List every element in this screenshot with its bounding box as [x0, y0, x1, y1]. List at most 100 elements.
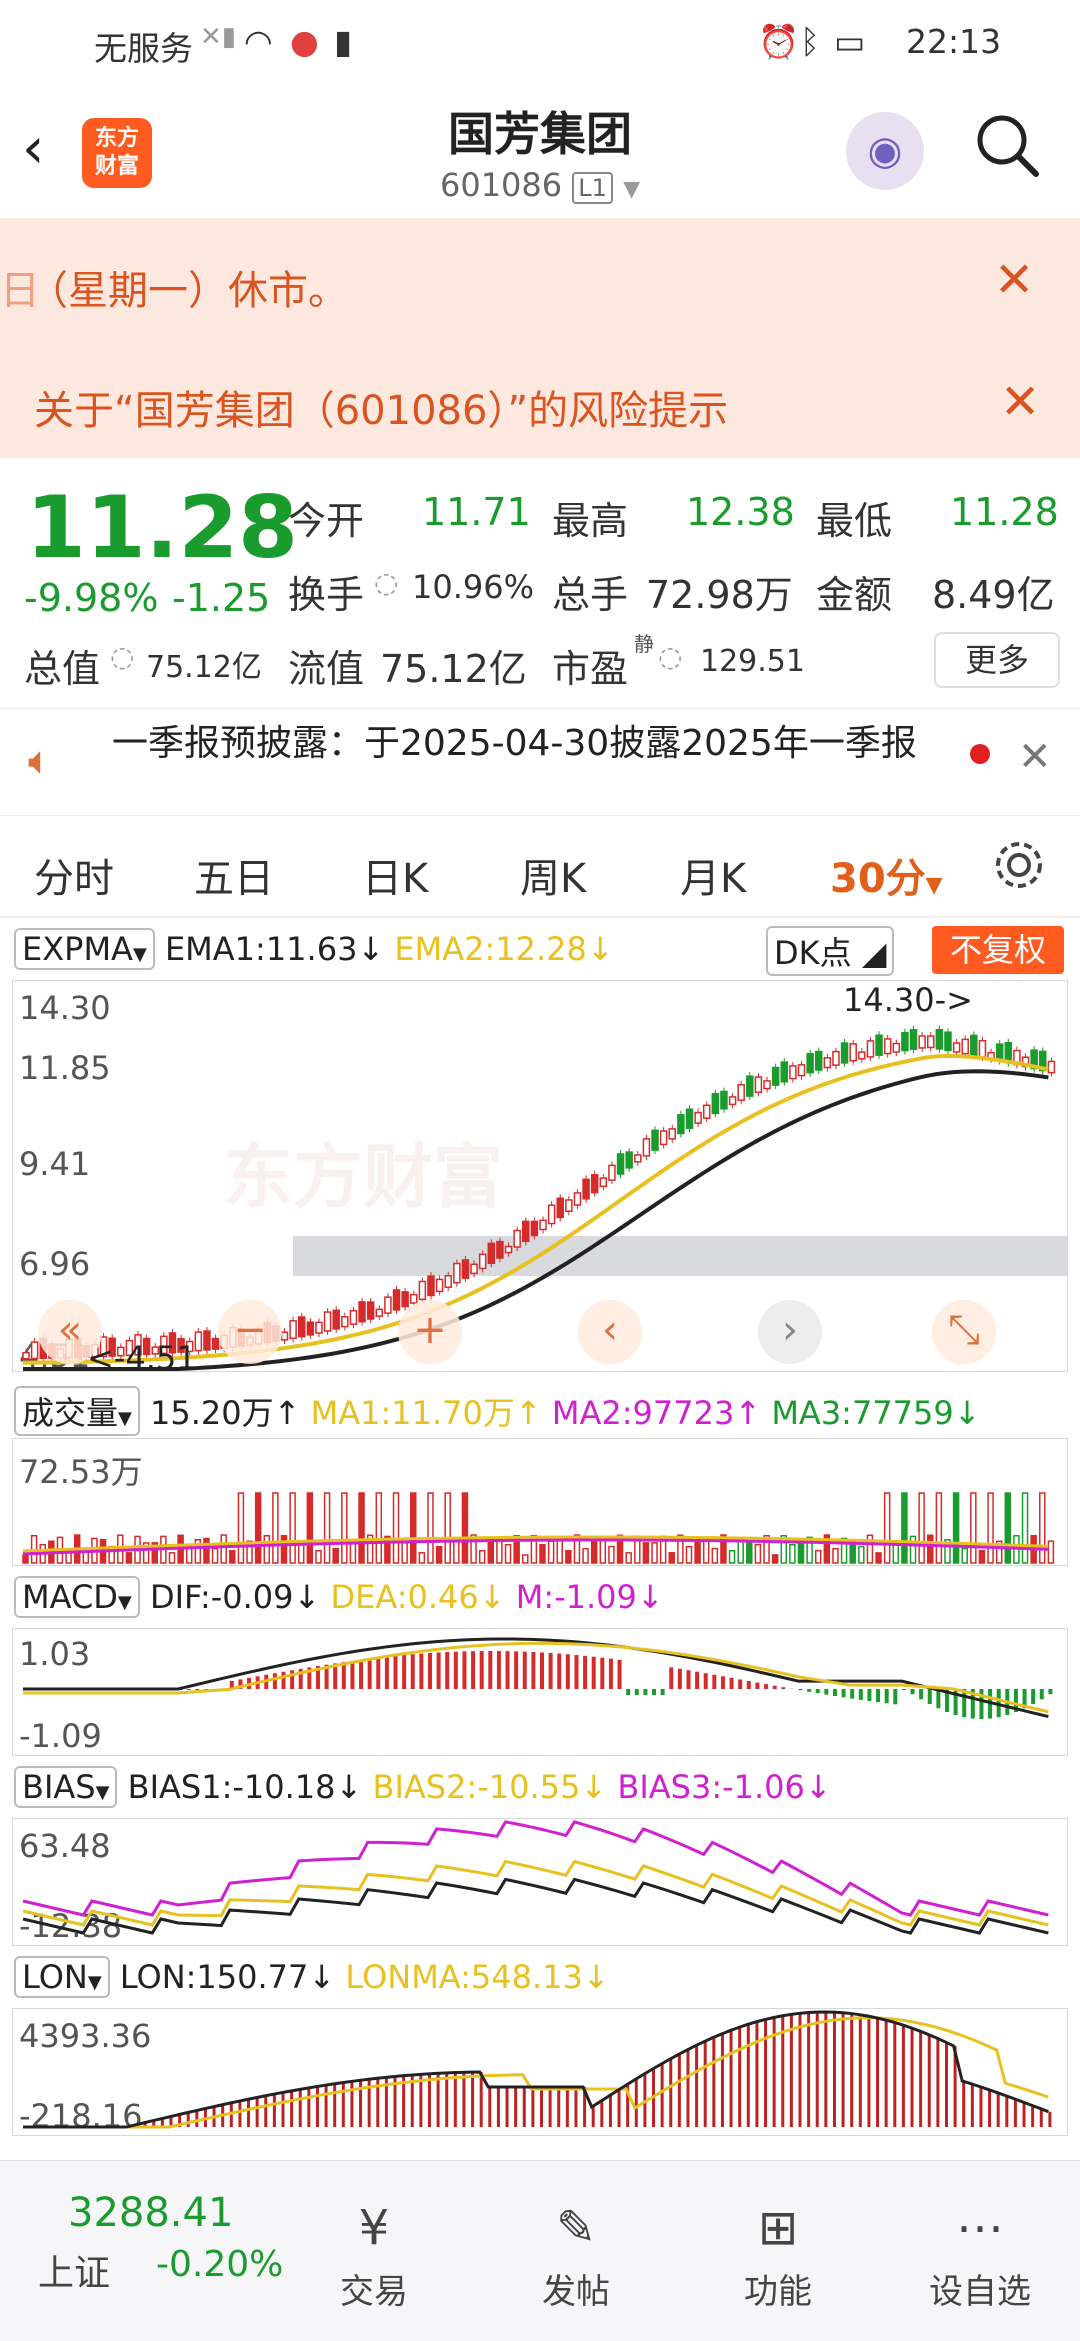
macd-bar: [695, 1672, 699, 1689]
robot-assistant-icon[interactable]: ◉: [846, 112, 924, 190]
scroll-left-fast-icon[interactable]: «: [38, 1300, 102, 1364]
expma-selector[interactable]: EXPMA▼: [14, 928, 155, 970]
close-icon[interactable]: ✕: [1000, 374, 1040, 430]
index-name[interactable]: 上证: [38, 2244, 110, 2296]
tab-monthly-k[interactable]: 月K: [680, 846, 746, 904]
volume-bar: [652, 1543, 657, 1563]
candle: [531, 1221, 537, 1235]
volume-selector[interactable]: 成交量▼: [14, 1386, 140, 1436]
dk-point-button[interactable]: DK点 ◢: [766, 926, 894, 976]
macd-bar: [195, 1689, 199, 1690]
index-value[interactable]: 3288.41: [68, 2190, 233, 2236]
more-button[interactable]: 更多: [934, 632, 1060, 688]
volume-value: 72.98万: [646, 564, 793, 619]
macd-bar: [643, 1689, 647, 1695]
banner-text-1[interactable]: （星期一）休市。: [28, 258, 348, 316]
tab-30min[interactable]: 30分▼: [830, 846, 943, 904]
bias-selector[interactable]: BIAS▼: [14, 1766, 117, 1808]
candle: [213, 1339, 219, 1350]
lon-bar: [256, 2098, 259, 2127]
float-value: 75.12亿: [380, 638, 527, 693]
macd-bar: [394, 1656, 398, 1689]
info-icon[interactable]: ◌: [110, 640, 134, 673]
candle: [635, 1155, 641, 1162]
index-change[interactable]: -0.20%: [156, 2244, 283, 2285]
info-icon[interactable]: ◌: [658, 640, 682, 673]
macd-bar: [574, 1655, 578, 1689]
volume-bar: [1005, 1493, 1010, 1563]
lon-chart[interactable]: 4393.36 -218.16: [12, 2008, 1068, 2136]
volume-bar: [954, 1493, 959, 1563]
lon-bar: [911, 2028, 914, 2127]
nav-trade[interactable]: ¥ 交易: [314, 2200, 434, 2313]
volume-bar: [316, 1551, 321, 1563]
nav-post[interactable]: ✎ 发帖: [516, 2200, 636, 2313]
lon-bar: [988, 2089, 991, 2127]
candle: [368, 1302, 374, 1319]
nav-function[interactable]: ⊞ 功能: [718, 2200, 838, 2313]
macd-bar: [282, 1672, 286, 1689]
volume-bar: [428, 1493, 433, 1563]
tab-weekly-k[interactable]: 周K: [520, 846, 586, 904]
macd-bar: [885, 1689, 889, 1703]
open-value: 11.71: [422, 490, 531, 534]
move-right-icon[interactable]: ›: [758, 1300, 822, 1364]
lonma-value: LONMA:548.13: [345, 1958, 583, 1996]
banner-text-2[interactable]: 关于“国芳集团（601086）”的风险提示: [34, 378, 728, 436]
bias-chart[interactable]: 63.48 -12.38: [12, 1818, 1068, 1946]
macd-bar: [437, 1652, 441, 1689]
lon-selector[interactable]: LON▼: [14, 1956, 110, 1998]
volume-bar: [445, 1493, 450, 1563]
down-arrow-icon: ↓: [308, 1958, 335, 1996]
close-icon[interactable]: ✕: [994, 252, 1034, 308]
candle: [738, 1085, 744, 1100]
macd-chart[interactable]: 1.03 -1.09: [12, 1628, 1068, 1756]
tab-five-day[interactable]: 五日: [194, 846, 274, 904]
search-icon[interactable]: [972, 110, 1042, 180]
info-icon[interactable]: ◌: [374, 566, 398, 599]
turnover-label: 换手: [288, 564, 364, 619]
volume-chart[interactable]: 72.53万: [12, 1438, 1068, 1566]
lon-bar: [842, 2013, 845, 2127]
notice-text[interactable]: 一季报预披露：于2025-04-30披露2025年一季报: [112, 714, 917, 766]
candle: [506, 1247, 512, 1253]
macd-bar: [893, 1689, 897, 1704]
expma-label: EXPMA: [22, 930, 133, 968]
lon-bar: [195, 2111, 198, 2127]
candle: [402, 1292, 408, 1307]
zoom-out-icon[interactable]: −: [218, 1300, 282, 1364]
lon-bar: [721, 2034, 724, 2127]
min-marker: <-4.51: [87, 1339, 197, 1372]
chevron-down-icon: ▼: [133, 944, 147, 965]
settings-gear-icon[interactable]: [992, 838, 1046, 902]
lon-bar: [299, 2090, 302, 2127]
candle: [1048, 1061, 1054, 1072]
tab-daily-k[interactable]: 日K: [362, 846, 428, 904]
move-left-icon[interactable]: ‹: [578, 1300, 642, 1364]
volume-bar: [213, 1549, 218, 1563]
mktcap-label: 总值: [24, 638, 100, 693]
lon-bar: [678, 2055, 681, 2127]
macd-bar: [497, 1651, 501, 1689]
fullscreen-icon[interactable]: ⤡: [932, 1300, 996, 1364]
lon-bar: [514, 2087, 517, 2127]
candle: [462, 1260, 468, 1278]
tab-intraday[interactable]: 分时: [34, 846, 114, 904]
macd-selector[interactable]: MACD▼: [14, 1576, 140, 1618]
edit-icon: ✎: [516, 2200, 636, 2256]
nav-add-watchlist[interactable]: ⋯ 设自选: [920, 2200, 1040, 2313]
macd-bar: [350, 1661, 354, 1689]
candle: [669, 1129, 675, 1139]
volume-bar: [1023, 1493, 1028, 1563]
adjust-button[interactable]: 不复权: [932, 926, 1064, 974]
kline-chart[interactable]: 14.30 11.85 9.41 6.96 4.51 东方财富 14.30-> …: [12, 980, 1068, 1372]
volume-bar: [876, 1553, 881, 1563]
macd-bar: [781, 1687, 785, 1689]
close-icon[interactable]: ✕: [1018, 734, 1052, 780]
nav-post-label: 发帖: [516, 2264, 636, 2313]
macd-bar: [712, 1675, 716, 1689]
more-dots-icon: ⋯: [920, 2200, 1040, 2256]
lon-bar: [497, 2087, 500, 2127]
zoom-in-icon[interactable]: +: [398, 1300, 462, 1364]
chevron-down-icon: ▼: [926, 873, 943, 898]
